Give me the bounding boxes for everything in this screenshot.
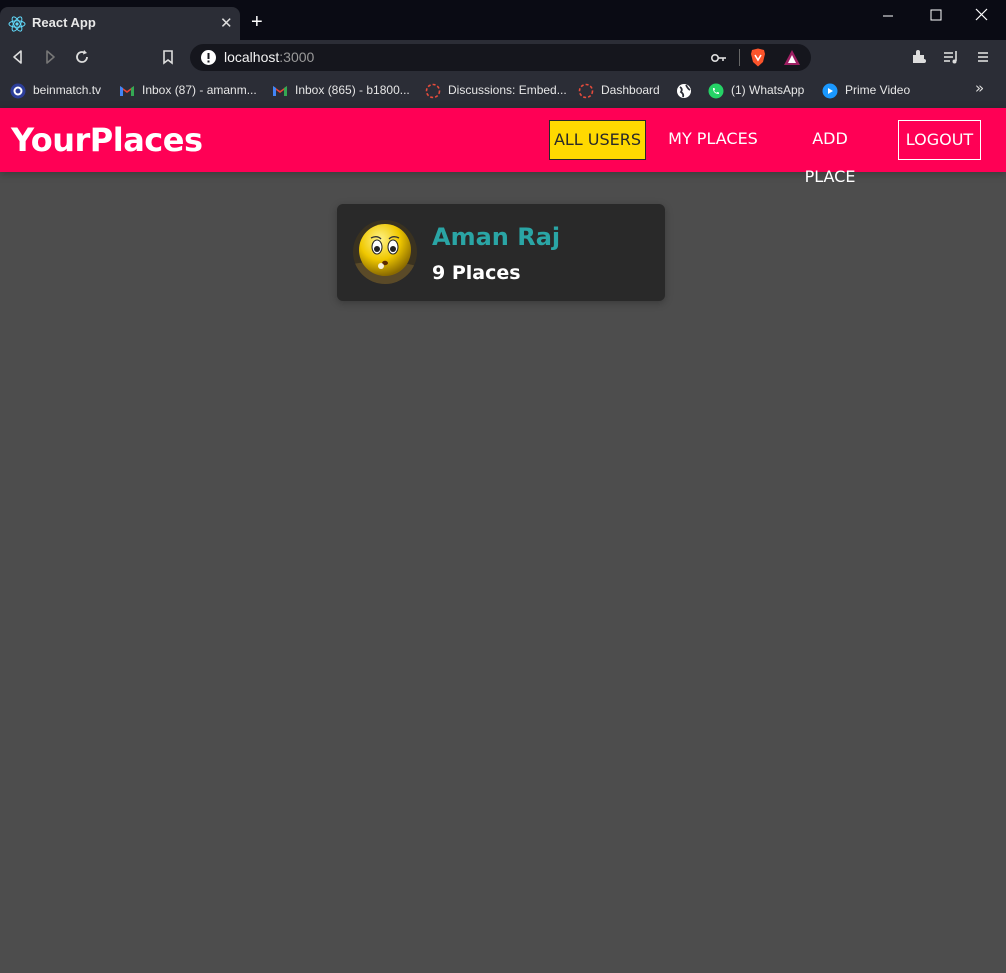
extensions-icon[interactable] bbox=[910, 48, 928, 66]
avatar bbox=[353, 220, 417, 284]
tab-title: React App bbox=[32, 15, 96, 30]
browser-tab-bar: React App ✕ + bbox=[0, 0, 1006, 40]
main-header: YourPlaces ALL USERS MY PLACES ADD PLACE… bbox=[0, 108, 1006, 186]
loading-icon bbox=[578, 83, 594, 99]
back-icon[interactable] bbox=[9, 48, 27, 66]
bookmark-label: Inbox (865) - b1800... bbox=[295, 83, 410, 97]
nav-my-places[interactable]: MY PLACES bbox=[668, 120, 758, 160]
loading-icon bbox=[425, 83, 441, 99]
brand-logo-link[interactable]: YourPlaces bbox=[11, 121, 203, 159]
forward-icon[interactable] bbox=[41, 48, 59, 66]
media-playlist-icon[interactable] bbox=[942, 48, 960, 66]
nav-all-users[interactable]: ALL USERS bbox=[549, 120, 646, 160]
logout-button[interactable]: LOGOUT bbox=[898, 120, 981, 160]
brave-shields-icon[interactable] bbox=[749, 48, 767, 67]
brave-rewards-icon[interactable] bbox=[783, 49, 801, 66]
divider bbox=[739, 49, 740, 66]
bookmark-label: (1) WhatsApp bbox=[731, 83, 805, 97]
minimize-icon[interactable] bbox=[873, 6, 903, 26]
maximize-icon[interactable] bbox=[921, 6, 951, 26]
browser-tab[interactable]: React App ✕ bbox=[0, 7, 240, 40]
whatsapp-icon bbox=[708, 83, 724, 99]
bookmark-label: Prime Video bbox=[845, 83, 911, 97]
url-port: :3000 bbox=[279, 49, 315, 65]
bookmark-icon[interactable] bbox=[159, 48, 177, 66]
bookmark-label: Dashboard bbox=[601, 83, 660, 97]
bookmarks-bar: beinmatch.tv Inbox (87) - amanm... Inbox… bbox=[0, 75, 1006, 108]
bookmark-globe[interactable] bbox=[676, 81, 692, 101]
gmail-icon bbox=[120, 86, 134, 96]
reload-icon[interactable] bbox=[73, 48, 91, 66]
bookmark-label: Inbox (87) - amanm... bbox=[142, 83, 257, 97]
prime-video-icon bbox=[822, 83, 838, 99]
bookmarks-overflow-button[interactable]: » bbox=[975, 79, 984, 97]
globe-icon bbox=[677, 84, 691, 98]
url-text[interactable]: localhost:3000 bbox=[224, 49, 314, 65]
info-icon[interactable] bbox=[200, 49, 217, 66]
user-name: Aman Raj bbox=[432, 223, 561, 251]
react-icon bbox=[8, 16, 26, 32]
bookmark-label: Discussions: Embed... bbox=[448, 83, 567, 97]
tab-close-icon[interactable]: ✕ bbox=[220, 14, 233, 32]
beinmatch-icon bbox=[10, 83, 26, 99]
new-tab-button[interactable]: + bbox=[251, 11, 263, 33]
user-card[interactable]: Aman Raj 9 Places bbox=[337, 204, 665, 301]
user-place-count: 9 Places bbox=[432, 262, 521, 284]
nav-add-place[interactable]: ADD PLACE bbox=[785, 120, 875, 186]
menu-icon[interactable] bbox=[974, 48, 992, 66]
bookmark-label: beinmatch.tv bbox=[33, 83, 102, 97]
gmail-icon bbox=[273, 86, 287, 96]
key-icon[interactable] bbox=[710, 50, 728, 66]
url-host: localhost bbox=[224, 49, 280, 65]
window-close-icon[interactable] bbox=[967, 6, 997, 26]
